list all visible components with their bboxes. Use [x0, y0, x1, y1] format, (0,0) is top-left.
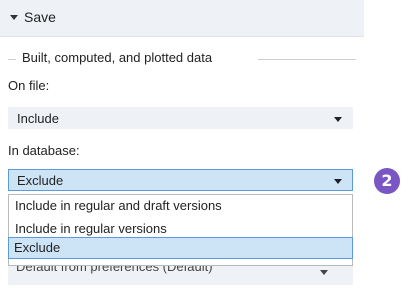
on-file-select[interactable]: Include: [8, 107, 353, 129]
group-divider-left: [8, 59, 16, 60]
save-section-title: Save: [24, 9, 56, 25]
on-file-value: Include: [17, 111, 59, 126]
in-database-select[interactable]: Exclude: [8, 169, 353, 191]
in-database-label: In database:: [8, 143, 80, 158]
settings-panel: Save Built, computed, and plotted data O…: [0, 0, 364, 306]
option-exclude[interactable]: Exclude: [8, 237, 353, 259]
chevron-down-icon: [320, 270, 328, 275]
chevron-down-icon[interactable]: [334, 117, 342, 122]
in-database-value: Exclude: [17, 173, 64, 188]
group-title: Built, computed, and plotted data: [22, 50, 213, 65]
chevron-down-icon[interactable]: [334, 179, 342, 184]
callout-badge: 2: [374, 168, 400, 194]
group-divider-right: [258, 59, 356, 60]
save-section-header[interactable]: Save: [0, 0, 364, 37]
option-include-regular-and-draft[interactable]: Include in regular and draft versions: [9, 195, 352, 218]
collapse-arrow-icon[interactable]: [10, 15, 18, 20]
on-file-label: On file:: [8, 78, 50, 93]
option-exclude-row[interactable]: Exclude: [8, 237, 353, 259]
